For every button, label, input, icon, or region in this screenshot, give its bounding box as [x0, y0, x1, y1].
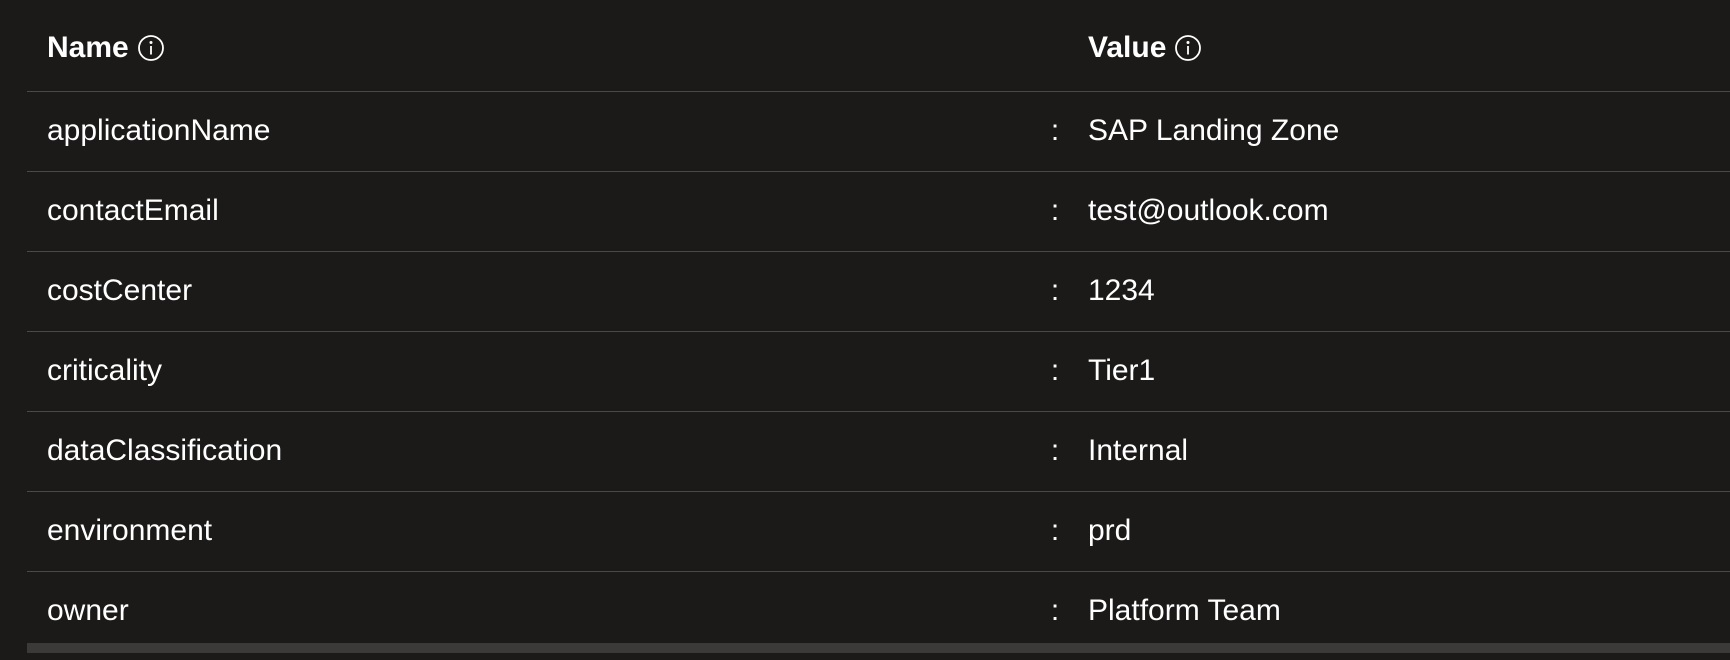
tag-name: dataClassification — [47, 434, 283, 467]
tag-value: Tier1 — [1088, 354, 1156, 387]
column-header-value: Value — [1088, 27, 1202, 69]
table-header: Name Value — [27, 0, 1730, 92]
separator: : — [1050, 194, 1060, 227]
separator: : — [1050, 594, 1060, 627]
column-header-name-label: Name — [47, 31, 129, 64]
tag-name: owner — [47, 594, 129, 627]
tag-name: environment — [47, 514, 213, 547]
tag-name: costCenter — [47, 274, 193, 307]
separator: : — [1050, 354, 1060, 387]
table-row: criticality : Tier1 — [27, 332, 1730, 412]
table-row: contactEmail : test@outlook.com — [27, 172, 1730, 252]
table-row: costCenter : 1234 — [27, 252, 1730, 332]
tag-name: contactEmail — [47, 194, 219, 227]
tag-name: criticality — [47, 354, 163, 387]
separator: : — [1050, 274, 1060, 307]
table-row: environment : prd — [27, 492, 1730, 572]
tag-value: test@outlook.com — [1088, 194, 1329, 227]
column-header-value-label: Value — [1088, 31, 1167, 64]
separator: : — [1050, 434, 1060, 467]
tag-value: SAP Landing Zone — [1088, 114, 1340, 147]
table-row: owner : Platform Team — [27, 572, 1730, 653]
tag-name: applicationName — [47, 114, 271, 147]
table-row: applicationName : SAP Landing Zone — [27, 92, 1730, 172]
separator: : — [1050, 114, 1060, 147]
tags-panel: Name Value applicationName : SAP Landing… — [27, 0, 1730, 660]
table-row: dataClassification : Internal — [27, 412, 1730, 492]
tag-value: Platform Team — [1088, 594, 1281, 627]
tag-value: Internal — [1088, 434, 1189, 467]
separator: : — [1050, 514, 1060, 547]
info-icon[interactable] — [1174, 34, 1202, 62]
tag-value: 1234 — [1088, 274, 1155, 307]
tag-value: prd — [1088, 514, 1132, 547]
column-header-name: Name — [47, 27, 165, 69]
info-icon[interactable] — [137, 34, 165, 62]
